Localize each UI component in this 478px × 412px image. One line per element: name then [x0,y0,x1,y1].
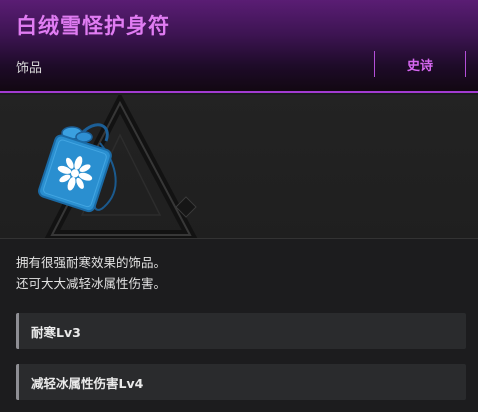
item-art [38,95,198,238]
effect-label: 耐寒Lv3 [31,324,81,340]
item-header: 白绒雪怪护身符 饰品 史诗 [0,0,478,93]
effect-row-cold-resistance: 耐寒Lv3 [16,313,466,349]
description-line: 还可大大减轻冰属性伤害。 [16,276,167,291]
item-art-panel [0,95,478,239]
rarity-badge: 史诗 [374,51,466,77]
effect-label: 减轻冰属性伤害Lv4 [31,375,144,391]
item-category: 饰品 [16,61,43,76]
description-line: 拥有很强耐寒效果的饰品。 [16,255,167,270]
effect-row-ice-damage-reduction: 减轻冰属性伤害Lv4 [16,364,466,400]
item-name: 白绒雪怪护身符 [16,14,170,38]
item-description: 拥有很强耐寒效果的饰品。 还可大大减轻冰属性伤害。 [16,252,456,294]
